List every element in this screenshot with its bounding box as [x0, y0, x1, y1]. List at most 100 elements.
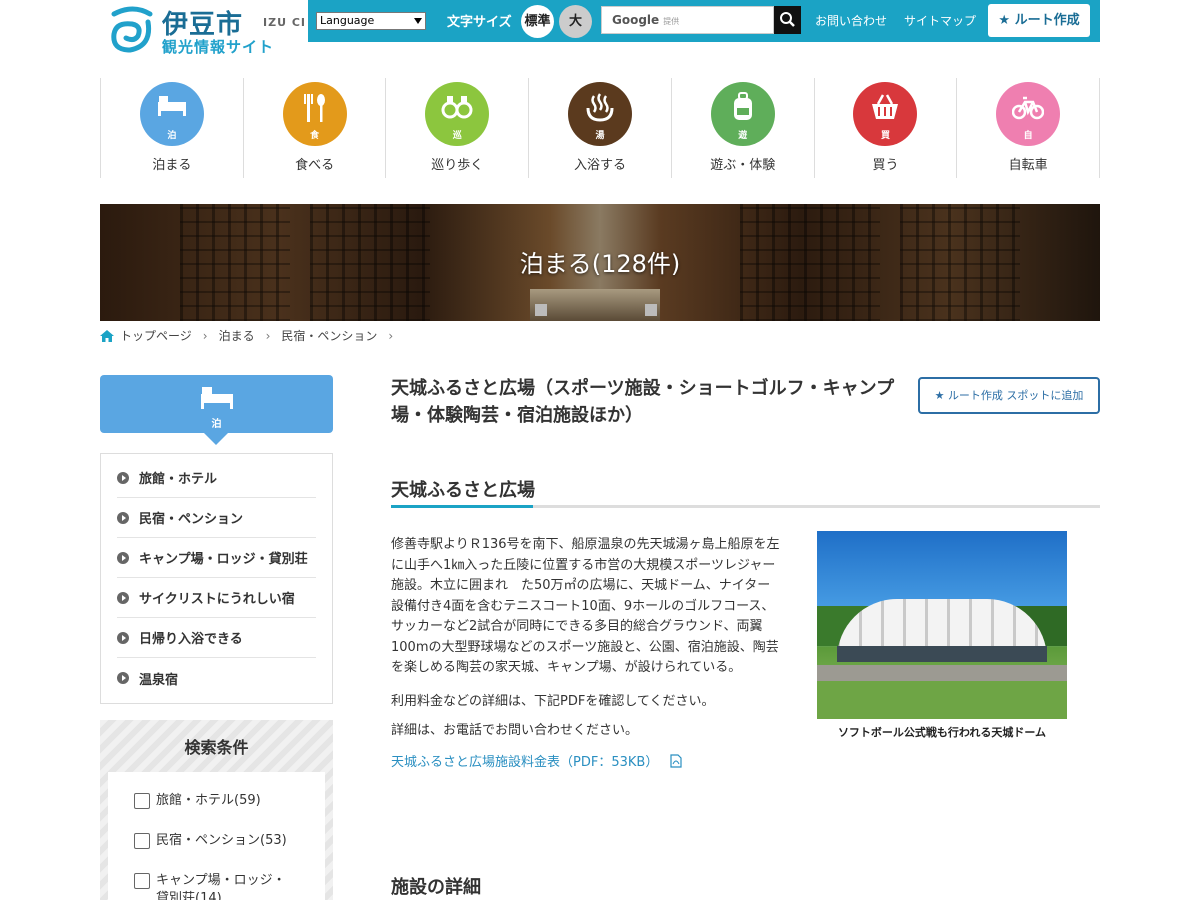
photo-caption: ソフトボール公式戦も行われる天城ドーム [837, 726, 1047, 739]
filter-camp-lodge[interactable]: キャンプ場・ロッジ・貸別荘(14) [134, 872, 325, 900]
arrow-circle-icon [117, 471, 129, 484]
category-bath[interactable]: 湯 入浴する [528, 78, 671, 178]
category-bicycle-badge: 自 [996, 82, 1061, 146]
category-play[interactable]: 遊 遊ぶ・体験 [670, 78, 814, 178]
facility-description: 修善寺駅よりＲ136号を南下、船原温泉の先天城湯ヶ島上船原を左に山手へ1㎞入った… [391, 537, 780, 675]
category-stay-label: 泊まる [152, 158, 192, 173]
sidebar-item-onsen[interactable]: 温泉宿 [117, 658, 316, 698]
filter-options: 旅館・ホテル(59) 民宿・ペンション(53) キャンプ場・ロッジ・貸別荘(14… [108, 772, 325, 900]
category-shop-kanji: 買 [880, 131, 890, 141]
logo-mark-icon [111, 6, 153, 53]
page: 伊豆市 IZU CI 観光情報サイト Language 文字サイズ 標準 大 G… [0, 0, 1200, 900]
fee-pdf-link-text: 天城ふるさと広場施設料金表（PDF：53KB） [391, 755, 659, 770]
arrow-circle-icon [117, 672, 129, 684]
category-play-kanji: 遊 [738, 131, 748, 141]
pdf-file-icon [670, 754, 683, 768]
filter-ryokan-hotel[interactable]: 旅館・ホテル(59) [134, 792, 325, 810]
sitemap-link[interactable]: サイトマップ [904, 12, 976, 29]
checkbox[interactable] [134, 873, 150, 889]
fee-pdf-link[interactable]: 天城ふるさと広場施設料金表（PDF：53KB） [391, 751, 683, 770]
hero-lamp-right [645, 304, 657, 316]
photo-ground [817, 665, 1067, 719]
add-to-route-label: ルート作成 スポットに追加 [947, 389, 1084, 402]
sidebar-item-camp-lodge[interactable]: キャンプ場・ロッジ・貸別荘 [117, 538, 316, 578]
category-stay-badge: 泊 [139, 82, 204, 146]
section-title: 天城ふるさと広場 [391, 476, 1100, 508]
sidebar-category-header: 泊 [100, 375, 333, 445]
breadcrumb-stay[interactable]: 泊まる [219, 327, 255, 344]
filter-label: 民宿・ペンション(53) [156, 833, 287, 848]
logo-title-en: IZU CI [263, 16, 306, 29]
bed-icon [201, 387, 233, 409]
sidebar-item-label: サイクリストにうれしい宿 [139, 592, 295, 607]
search-input[interactable]: Google 提供 [601, 6, 774, 34]
search-provider-suffix: 提供 [663, 17, 680, 26]
category-bath-kanji: 湯 [595, 131, 605, 141]
font-size-standard-button[interactable]: 標準 [521, 5, 554, 38]
arrow-circle-icon [117, 511, 129, 524]
sidebar-item-pension[interactable]: 民宿・ペンション [117, 498, 316, 538]
checkbox[interactable] [134, 793, 150, 809]
category-bicycle[interactable]: 自 自転車 [956, 78, 1101, 178]
search-button[interactable] [774, 6, 801, 34]
checkbox[interactable] [134, 833, 150, 849]
language-select[interactable]: Language [316, 12, 426, 30]
sidebar-category-kanji: 泊 [211, 419, 222, 430]
hero-lamp-left [535, 304, 547, 316]
arrow-circle-icon [117, 591, 129, 604]
category-tour-label: 巡り歩く [431, 158, 484, 173]
category-shop[interactable]: 買 買う [813, 78, 957, 178]
star-icon: ★ [998, 13, 1011, 28]
chevron-down-icon [414, 18, 422, 24]
search-filter-panel: 検索条件 旅館・ホテル(59) 民宿・ペンション(53) キャンプ場・ロッジ・貸… [100, 720, 333, 900]
sidebar-item-label: 日帰り入浴できる [139, 632, 243, 647]
sidebar-item-day-bath[interactable]: 日帰り入浴できる [117, 618, 316, 658]
category-shop-label: 買う [872, 158, 899, 173]
language-select-value: Language [320, 14, 375, 27]
fork-spoon-icon [303, 94, 325, 122]
category-stay-kanji: 泊 [167, 131, 177, 141]
breadcrumb: トップページ › 泊まる › 民宿・ペンション › [100, 327, 404, 344]
filter-pension[interactable]: 民宿・ペンション(53) [134, 832, 325, 850]
phone-note: 詳細は、お電話でお問い合わせください。 [391, 723, 639, 738]
category-play-label: 遊ぶ・体験 [710, 158, 776, 173]
category-stay[interactable]: 泊 泊まる [100, 78, 243, 178]
font-size-large-button[interactable]: 大 [559, 5, 592, 38]
basket-icon [872, 94, 899, 119]
category-bicycle-kanji: 自 [1023, 131, 1033, 141]
search-provider: Google [612, 13, 660, 27]
sidebar-item-label: 温泉宿 [139, 672, 179, 688]
category-play-badge: 遊 [710, 82, 775, 146]
category-eat[interactable]: 食 食べる [242, 78, 386, 178]
category-eat-badge: 食 [282, 82, 347, 146]
site-logo[interactable]: 伊豆市 IZU CI 観光情報サイト [108, 4, 308, 56]
category-bath-label: 入浴する [574, 158, 627, 173]
breadcrumb-home[interactable]: トップページ [120, 327, 192, 344]
star-icon: ★ [934, 389, 945, 402]
breadcrumb-separator-icon: › [202, 328, 208, 343]
category-nav: 泊 泊まる 食 食べる 巡 巡り歩く 湯 入浴する 遊 遊ぶ・体験 買 買う 自… [100, 78, 1101, 178]
filter-title: 検索条件 [184, 738, 249, 757]
add-to-route-button[interactable]: ★ ルート作成 スポットに追加 [918, 377, 1100, 414]
category-bicycle-label: 自転車 [1008, 158, 1048, 173]
category-tour-badge: 巡 [425, 82, 490, 146]
category-eat-label: 食べる [295, 158, 335, 173]
sidebar-item-label: 旅館・ホテル [139, 472, 218, 487]
font-size-label: 文字サイズ [447, 15, 512, 30]
utility-bar: Language 文字サイズ 標準 大 Google 提供 お問い合わせ サイトマ… [308, 0, 1100, 42]
bed-icon [157, 96, 186, 116]
route-create-button[interactable]: ★ ルート作成 [988, 4, 1090, 37]
contact-link[interactable]: お問い合わせ [815, 12, 887, 29]
search-icon [780, 12, 795, 27]
arrow-circle-icon [117, 631, 129, 644]
sidebar-header-pointer [204, 433, 228, 445]
route-create-label: ルート作成 [1014, 13, 1080, 28]
sidebar-subcategory-list: 旅館・ホテル 民宿・ペンション キャンプ場・ロッジ・貸別荘 サイクリストにうれし… [100, 453, 333, 704]
photo-dome-base [837, 646, 1047, 662]
hero-banner: 泊まる(128件) [100, 204, 1100, 321]
hero-title: 泊まる(128件) [519, 250, 681, 278]
breadcrumb-pension[interactable]: 民宿・ペンション [281, 327, 377, 344]
category-tour[interactable]: 巡 巡り歩く [385, 78, 528, 178]
sidebar-item-cyclist[interactable]: サイクリストにうれしい宿 [117, 578, 316, 618]
sidebar-item-ryokan-hotel[interactable]: 旅館・ホテル [117, 458, 316, 498]
